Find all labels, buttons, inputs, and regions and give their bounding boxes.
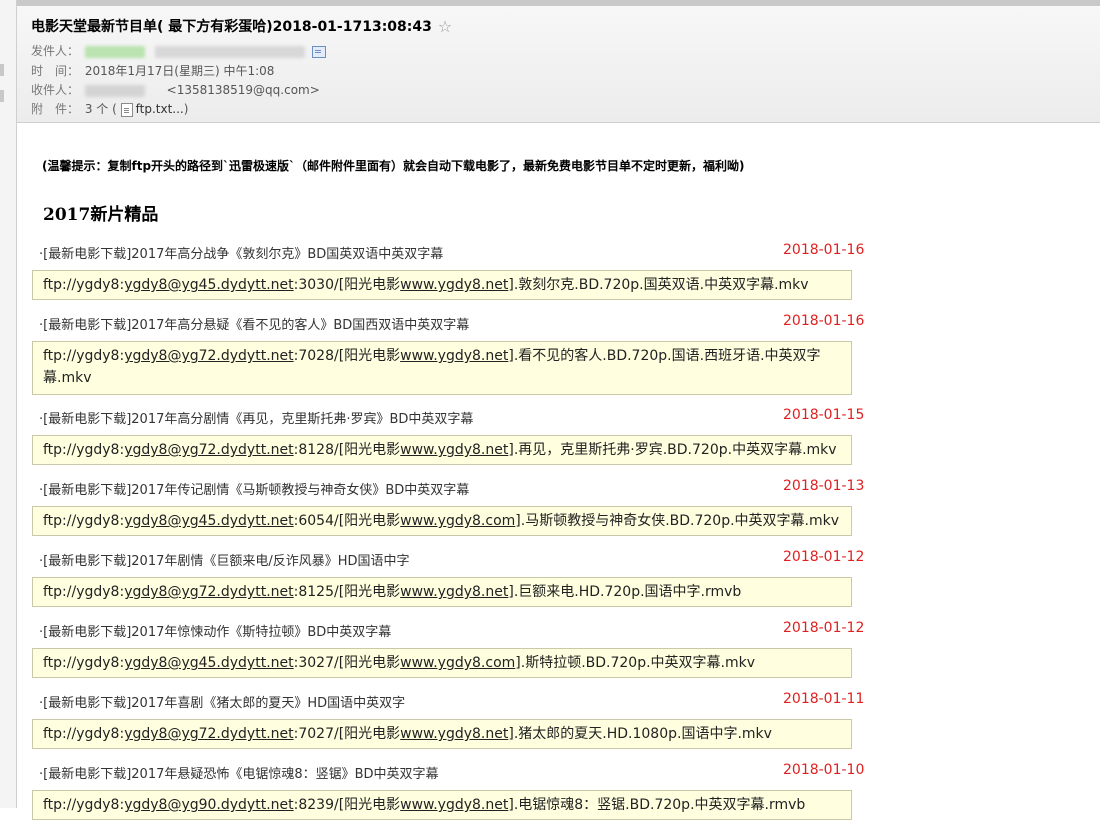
movie-date: 2018-01-12 [783, 549, 865, 565]
movie-date: 2018-01-16 [783, 242, 865, 258]
ftp-filename: ].斯特拉顿.BD.720p.中英双字幕.mkv [515, 655, 756, 671]
ftp-prefix: ftp://ygdy8: [43, 277, 125, 293]
ftp-link-box[interactable]: ftp://ygdy8:ygdy8@yg72.dydytt.net:7027/[… [32, 719, 852, 749]
ftp-link-box[interactable]: ftp://ygdy8:ygdy8@yg45.dydytt.net:3027/[… [32, 648, 852, 678]
rail-marker [0, 90, 4, 102]
movie-date: 2018-01-10 [783, 762, 865, 778]
movie-date: 2018-01-12 [783, 620, 865, 636]
ftp-port: :3027/[阳光电影 [293, 655, 401, 671]
ftp-user-link[interactable]: ygdy8@yg45.dydytt.net [124, 655, 293, 671]
movie-date: 2018-01-15 [783, 407, 865, 423]
movie-title[interactable]: ·[最新电影下载]2017年惊悚动作《斯特拉顿》BD中英双字幕 [39, 621, 391, 640]
ftp-link-box[interactable]: ftp://ygdy8:ygdy8@yg45.dydytt.net:6054/[… [32, 506, 852, 536]
ftp-port: :3030/[阳光电影 [293, 277, 401, 293]
attachment-file-link[interactable]: ftp.txt... [136, 102, 184, 116]
ftp-user-link[interactable]: ygdy8@yg72.dydytt.net [124, 348, 293, 364]
email-subject: 电影天堂最新节目单( 最下方有彩蛋哈)2018-01-1713:08:43 ☆ [31, 16, 452, 36]
recipient-name-redacted [84, 84, 145, 97]
ftp-prefix: ftp://ygdy8: [43, 655, 125, 671]
ftp-filename: ].猪太郎的夏天.HD.1080p.国语中字.mkv [508, 726, 772, 742]
sender-address-redacted [154, 45, 305, 58]
movie-title[interactable]: ·[最新电影下载]2017年传记剧情《马斯顿教授与神奇女侠》BD中英双字幕 [39, 479, 469, 498]
recipient-email[interactable]: <1358138519@qq.com> [167, 83, 320, 97]
recipient-label: 收件人： [31, 83, 80, 97]
contact-card-icon[interactable] [312, 45, 327, 58]
star-icon[interactable]: ☆ [438, 17, 452, 36]
ftp-filename: ].巨额来电.HD.720p.国语中字.rmvb [508, 584, 742, 600]
section-title: 2017新片精品 [43, 205, 159, 225]
sender-name-redacted [84, 45, 145, 58]
ftp-user-link[interactable]: ygdy8@yg45.dydytt.net [124, 277, 293, 293]
movie-title[interactable]: ·[最新电影下载]2017年高分剧情《再见，克里斯托弗·罗宾》BD中英双字幕 [39, 408, 473, 427]
ftp-user-link[interactable]: ygdy8@yg45.dydytt.net [124, 513, 293, 529]
ftp-link-box[interactable]: ftp://ygdy8:ygdy8@yg72.dydytt.net:7028/[… [32, 341, 852, 395]
movie-date: 2018-01-11 [783, 691, 865, 707]
rail-marker [0, 64, 4, 76]
ftp-port: :8125/[阳光电影 [293, 584, 401, 600]
site-link[interactable]: www.ygdy8.net [400, 277, 508, 293]
ftp-link-box[interactable]: ftp://ygdy8:ygdy8@yg72.dydytt.net:8125/[… [32, 577, 852, 607]
ftp-user-link[interactable]: ygdy8@yg90.dydytt.net [124, 797, 293, 813]
site-link[interactable]: www.ygdy8.com [400, 513, 515, 529]
ftp-prefix: ftp://ygdy8: [43, 726, 125, 742]
ftp-filename: ].电锯惊魂8：竖锯.BD.720p.中英双字幕.rmvb [508, 797, 806, 813]
time-row: 时 间： 2018年1月17日(星期三) 中午1:08 [31, 62, 274, 79]
attachment-label: 附 件： [31, 102, 80, 116]
movie-title[interactable]: ·[最新电影下载]2017年高分悬疑《看不见的客人》BD国西双语中英双字幕 [39, 314, 469, 333]
ftp-filename: ].敦刻尔克.BD.720p.国英双语.中英双字幕.mkv [508, 277, 809, 293]
site-link[interactable]: www.ygdy8.com [400, 655, 515, 671]
ftp-port: :8128/[阳光电影 [293, 442, 401, 458]
movie-title[interactable]: ·[最新电影下载]2017年悬疑恐怖《电锯惊魂8：竖锯》BD中英双字幕 [39, 763, 439, 782]
ftp-port: :7027/[阳光电影 [293, 726, 401, 742]
ftp-user-link[interactable]: ygdy8@yg72.dydytt.net [124, 442, 293, 458]
site-link[interactable]: www.ygdy8.net [400, 797, 508, 813]
movie-date: 2018-01-16 [783, 313, 865, 329]
attachment-row: 附 件： 3 个 ( ftp.txt...) [31, 100, 188, 117]
movie-date: 2018-01-13 [783, 478, 865, 494]
ftp-prefix: ftp://ygdy8: [43, 797, 125, 813]
ftp-prefix: ftp://ygdy8: [43, 442, 125, 458]
sender-label: 发件人： [31, 44, 80, 58]
ftp-port: :6054/[阳光电影 [293, 513, 401, 529]
download-tip: (温馨提示：复制ftp开头的路径到`迅雷极速版`（邮件附件里面有）就会自动下载电… [42, 159, 745, 173]
ftp-user-link[interactable]: ygdy8@yg72.dydytt.net [124, 726, 293, 742]
left-rail [0, 0, 17, 808]
movie-title[interactable]: ·[最新电影下载]2017年喜剧《猪太郎的夏天》HD国语中英双字 [39, 692, 405, 711]
ftp-link-box[interactable]: ftp://ygdy8:ygdy8@yg72.dydytt.net:8128/[… [32, 435, 852, 465]
site-link[interactable]: www.ygdy8.net [400, 584, 508, 600]
ftp-port: :7028/[阳光电影 [293, 348, 401, 364]
subject-text: 电影天堂最新节目单( 最下方有彩蛋哈)2018-01-1713:08:43 [31, 19, 432, 35]
time-label: 时 间： [31, 64, 80, 78]
recipient-row: 收件人： <1358138519@qq.com> [31, 81, 320, 98]
ftp-prefix: ftp://ygdy8: [43, 584, 125, 600]
attachment-count: 3 个 ( [84, 102, 117, 116]
movie-title[interactable]: ·[最新电影下载]2017年高分战争《敦刻尔克》BD国英双语中英双字幕 [39, 243, 443, 262]
site-link[interactable]: www.ygdy8.net [400, 442, 508, 458]
movie-title[interactable]: ·[最新电影下载]2017年剧情《巨额来电/反诈风暴》HD国语中字 [39, 550, 410, 569]
ftp-link-box[interactable]: ftp://ygdy8:ygdy8@yg45.dydytt.net:3030/[… [32, 270, 852, 300]
sender-row: 发件人： [31, 42, 327, 59]
time-value: 2018年1月17日(星期三) 中午1:08 [84, 64, 275, 78]
site-link[interactable]: www.ygdy8.net [400, 726, 508, 742]
ftp-link-box[interactable]: ftp://ygdy8:ygdy8@yg90.dydytt.net:8239/[… [32, 790, 852, 820]
site-link[interactable]: www.ygdy8.net [400, 348, 508, 364]
email-body: (温馨提示：复制ftp开头的路径到`迅雷极速版`（邮件附件里面有）就会自动下载电… [17, 123, 1100, 820]
ftp-prefix: ftp://ygdy8: [43, 348, 125, 364]
attachment-close: ) [183, 102, 189, 116]
ftp-prefix: ftp://ygdy8: [43, 513, 125, 529]
file-icon [120, 102, 133, 117]
ftp-port: :8239/[阳光电影 [293, 797, 401, 813]
ftp-filename: ].马斯顿教授与神奇女侠.BD.720p.中英双字幕.mkv [515, 513, 840, 529]
ftp-user-link[interactable]: ygdy8@yg72.dydytt.net [124, 584, 293, 600]
email-header: 电影天堂最新节目单( 最下方有彩蛋哈)2018-01-1713:08:43 ☆ … [17, 6, 1100, 123]
ftp-filename: ].再见，克里斯托弗·罗宾.BD.720p.中英双字幕.mkv [508, 442, 837, 458]
